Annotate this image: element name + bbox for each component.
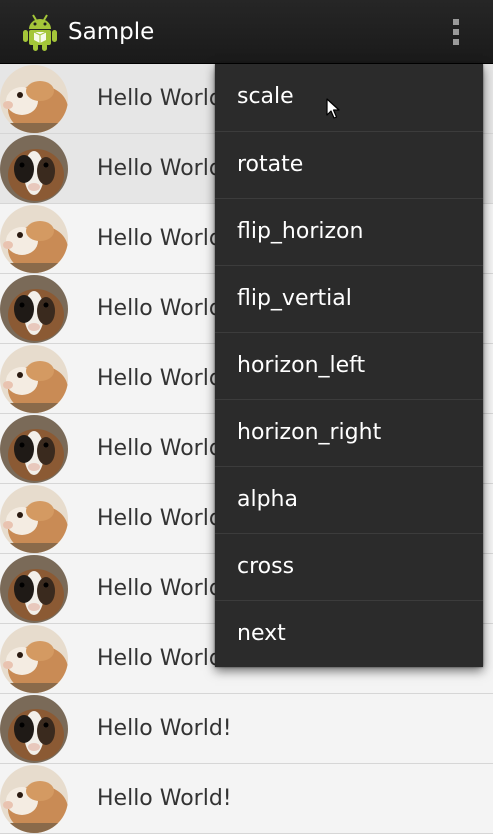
list-item[interactable]: Hello World! — [0, 694, 493, 764]
list-item-text: Hello World! — [97, 366, 232, 391]
guinea-pig-avatar-icon — [0, 555, 68, 623]
menu-item-horizon-right[interactable]: horizon_right — [215, 399, 483, 466]
guinea-pig-avatar-icon — [0, 205, 68, 273]
guinea-pig-avatar-icon — [0, 695, 68, 763]
menu-item-cross[interactable]: cross — [215, 533, 483, 600]
guinea-pig-avatar-icon — [0, 485, 68, 553]
overflow-menu: scale rotate flip_horizon flip_vertial h… — [215, 64, 483, 667]
guinea-pig-avatar-icon — [0, 625, 68, 693]
overflow-dot — [453, 39, 459, 45]
list-item-text: Hello World! — [97, 296, 232, 321]
guinea-pig-avatar-icon — [0, 415, 68, 483]
list-item-text: Hello World! — [97, 226, 232, 251]
list-item-text: Hello World! — [97, 786, 232, 811]
menu-item-horizon-left[interactable]: horizon_left — [215, 332, 483, 399]
overflow-menu-icon[interactable] — [440, 12, 472, 52]
list-item-text: Hello World! — [97, 156, 232, 181]
list-item[interactable]: Hello World! — [0, 764, 493, 834]
menu-item-flip-horizon[interactable]: flip_horizon — [215, 198, 483, 265]
guinea-pig-avatar-icon — [0, 275, 68, 343]
menu-item-flip-vertial[interactable]: flip_vertial — [215, 265, 483, 332]
android-robot-icon[interactable] — [22, 12, 58, 52]
guinea-pig-avatar-icon — [0, 135, 68, 203]
overflow-dot — [453, 19, 459, 25]
guinea-pig-avatar-icon — [0, 345, 68, 413]
guinea-pig-avatar-icon — [0, 65, 68, 133]
list-item-text: Hello World! — [97, 436, 232, 461]
menu-item-next[interactable]: next — [215, 600, 483, 667]
list-item-text: Hello World! — [97, 506, 232, 531]
overflow-dot — [453, 29, 459, 35]
list-item-text: Hello World! — [97, 576, 232, 601]
list-item-text: Hello World! — [97, 646, 232, 671]
list-item-text: Hello World! — [97, 716, 232, 741]
list-item-text: Hello World! — [97, 86, 232, 111]
guinea-pig-avatar-icon — [0, 765, 68, 833]
menu-item-rotate[interactable]: rotate — [215, 131, 483, 198]
app-title: Sample — [68, 19, 155, 45]
menu-item-scale[interactable]: scale — [215, 64, 483, 131]
action-bar: Sample — [0, 0, 493, 64]
menu-item-alpha[interactable]: alpha — [215, 466, 483, 533]
